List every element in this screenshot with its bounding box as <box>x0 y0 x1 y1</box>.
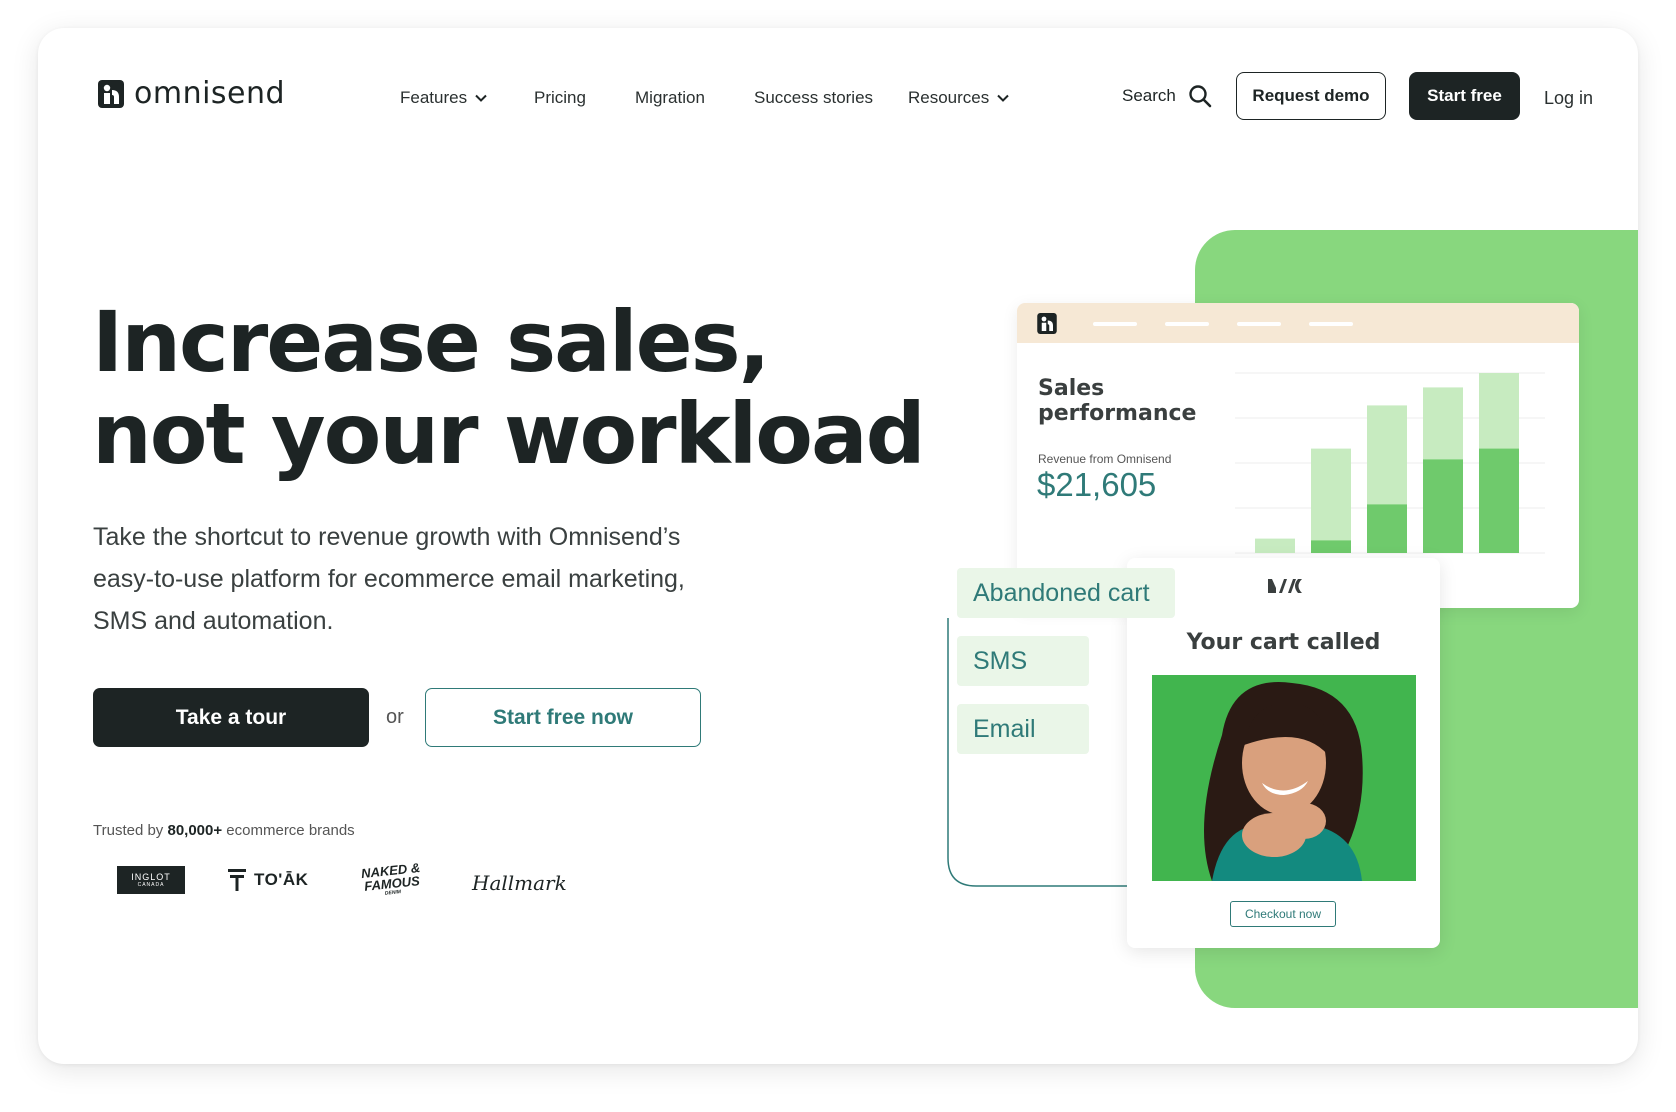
inglot-logo: INGLOT CANADA <box>117 866 185 894</box>
nav-migration[interactable]: Migration <box>635 88 705 108</box>
nav-success-stories[interactable]: Success stories <box>754 88 873 108</box>
logo-text: omnisend <box>134 76 286 111</box>
checkout-now-button[interactable]: Checkout now <box>1230 901 1336 927</box>
start-free-button[interactable]: Start free <box>1409 72 1520 120</box>
sales-performance-title: Sales performance <box>1038 376 1197 426</box>
chart-bar-total <box>1311 448 1351 553</box>
search-button[interactable]: Search <box>1122 84 1212 108</box>
chart-bar-highlight <box>1311 540 1351 553</box>
search-label: Search <box>1122 86 1176 105</box>
hallmark-logo: Hallmark <box>472 866 567 900</box>
or-text: or <box>386 706 404 728</box>
chart-bar-highlight <box>1479 448 1519 553</box>
omnisend-logo-icon <box>98 79 124 108</box>
chart-bar-total <box>1255 538 1295 553</box>
trusted-by-text: Trusted by 80,000+ ecommerce brands <box>93 822 355 839</box>
revenue-label: Revenue from Omnisend <box>1038 452 1172 466</box>
woman-portrait-image <box>1152 675 1416 881</box>
nav-resources[interactable]: Resources <box>908 88 1009 108</box>
chip-sms: SMS <box>957 636 1089 686</box>
trusted-count: 80,000+ <box>167 822 223 839</box>
header-dash <box>1093 322 1137 326</box>
inglot-sub: CANADA <box>137 881 165 888</box>
nav-features-label: Features <box>400 88 468 107</box>
omnisend-logo[interactable]: omnisend <box>98 76 285 111</box>
chip-email: Email <box>957 704 1089 754</box>
nav-success-stories-label: Success stories <box>754 88 874 107</box>
nav-resources-label: Resources <box>908 88 990 107</box>
naked-famous-logo: NAKED & FAMOUS DENIM <box>360 857 423 903</box>
toak-text: TO'ĀK <box>254 870 309 889</box>
chevron-down-icon <box>475 94 487 102</box>
hero-subtext: Take the shortcut to revenue growth with… <box>93 523 685 635</box>
start-free-now-button[interactable]: Start free now <box>425 688 701 747</box>
top-navigation: omnisend Features Pricing Migration Succ… <box>38 28 1638 158</box>
chart-bar-highlight <box>1423 459 1463 553</box>
header-dash <box>1309 322 1353 326</box>
take-a-tour-button[interactable]: Take a tour <box>93 688 369 747</box>
nav-pricing[interactable]: Pricing <box>534 88 586 108</box>
sales-card-header <box>1017 303 1579 343</box>
hero-headline: Increase sales, not your workload <box>92 296 952 480</box>
chevron-down-icon <box>997 94 1009 102</box>
request-demo-button[interactable]: Request demo <box>1236 72 1386 120</box>
sales-bar-chart <box>1235 372 1545 554</box>
brand-mark-icon <box>1268 579 1302 593</box>
nav-features[interactable]: Features <box>400 88 487 108</box>
nav-migration-label: Migration <box>635 88 705 107</box>
inglot-main: INGLOT <box>131 871 171 882</box>
revenue-value: $21,605 <box>1037 466 1157 503</box>
page-frame: omnisend Features Pricing Migration Succ… <box>38 28 1638 1064</box>
headline-line-1: Increase sales, <box>92 293 771 391</box>
login-link[interactable]: Log in <box>1544 88 1593 109</box>
smiling-woman-photo <box>1152 675 1416 881</box>
chart-bar-highlight <box>1367 504 1407 553</box>
trusted-suffix: ecommerce brands <box>226 822 355 839</box>
trusted-prefix: Trusted by <box>93 822 164 839</box>
toak-mark-icon <box>228 869 246 891</box>
chip-abandoned-cart: Abandoned cart <box>957 568 1175 618</box>
toak-logo: TO'ĀK <box>228 866 308 894</box>
nav-pricing-label: Pricing <box>534 88 586 107</box>
hallmark-text: Hallmark <box>472 871 567 895</box>
naked-line-3: DENIM <box>384 889 402 897</box>
email-title: Your cart called <box>1186 630 1381 655</box>
headline-line-2: not your workload <box>92 385 926 483</box>
search-icon <box>1189 85 1212 108</box>
omnisend-mini-logo-icon <box>1037 313 1057 334</box>
header-dash <box>1237 322 1281 326</box>
header-dash <box>1165 322 1209 326</box>
